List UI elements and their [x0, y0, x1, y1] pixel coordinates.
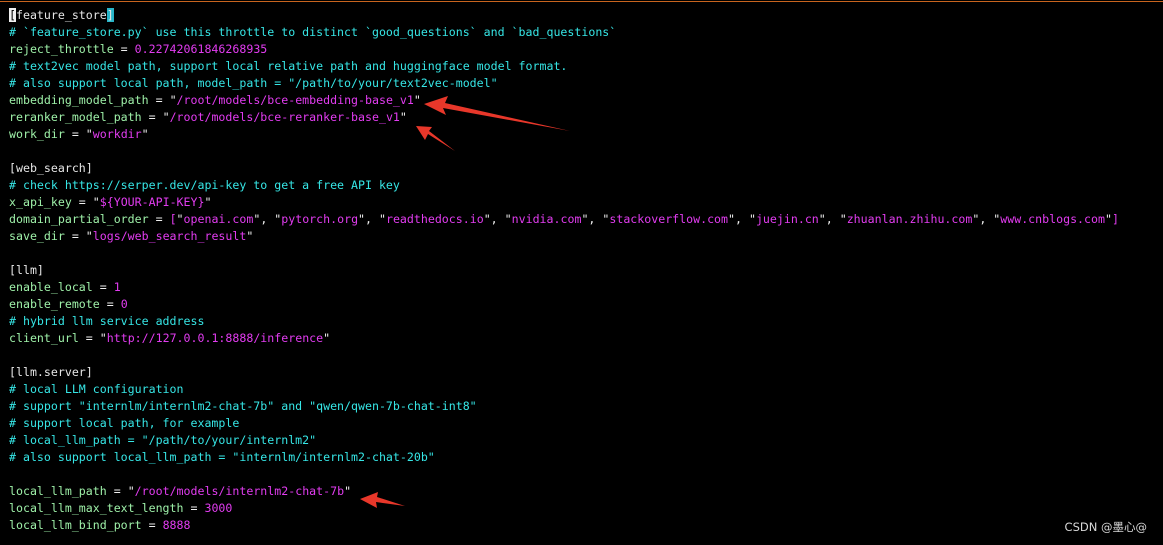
csdn-watermark: CSDN @墨心@: [1064, 520, 1147, 534]
annotation-arrows: [360, 96, 570, 508]
arrow-local-llm-path: [360, 492, 405, 508]
arrow-reranker-path: [416, 126, 455, 151]
arrow-embedding-path: [424, 96, 570, 131]
